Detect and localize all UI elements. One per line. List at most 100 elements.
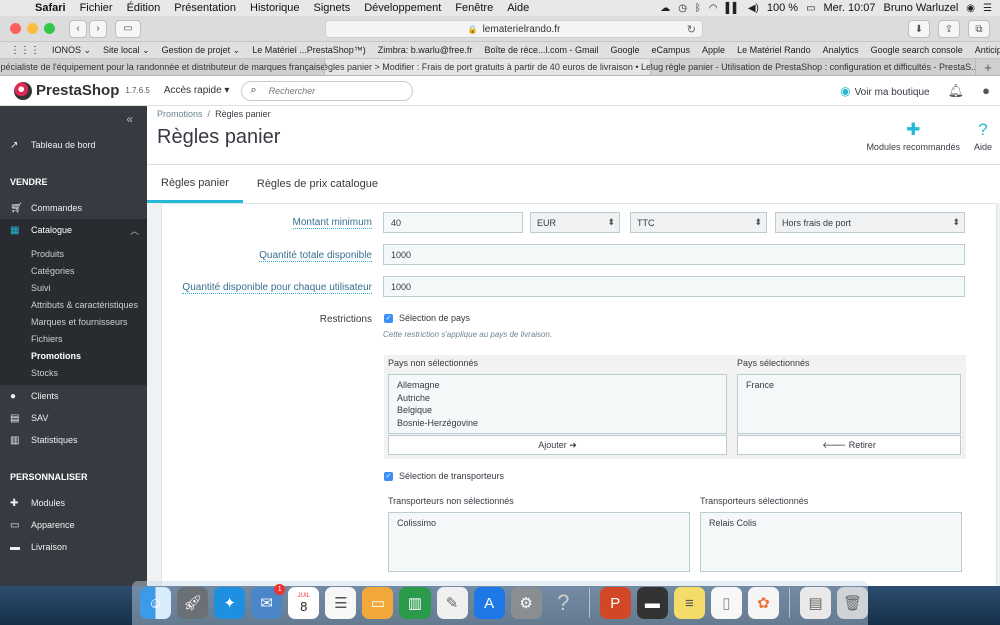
menu-fenetre[interactable]: Fenêtre [448, 2, 500, 14]
quick-access-dropdown[interactable]: Accès rapide ▾ [164, 85, 230, 96]
admin-search[interactable]: ⌕ [241, 80, 414, 101]
sidebar-item-catalog[interactable]: ▦ Catalogue ︿ [0, 219, 147, 241]
keynote-icon[interactable]: ▭ [362, 587, 394, 619]
notification-center-icon[interactable]: ☰ [983, 3, 992, 14]
remove-country-button[interactable]: 🡐 Retirer [737, 435, 961, 455]
reload-icon[interactable]: ↻ [687, 23, 696, 36]
bookmark-ecampus[interactable]: eCampus [646, 45, 697, 55]
photos-icon[interactable]: ✿ [747, 587, 780, 619]
browser-tab-active[interactable]: Règles panier > Modifier : Frais de port… [325, 59, 651, 75]
countries-unselected-list[interactable]: Allemagne Autriche Belgique Bosnie-Herzé… [388, 374, 727, 434]
tab-cart-rules[interactable]: Règles panier [147, 165, 243, 203]
bookmark-ionos[interactable]: IONOS ⌄ [46, 45, 97, 56]
downloads-button[interactable]: ⬇ [908, 20, 930, 38]
powerpoint-icon[interactable]: P [599, 587, 631, 619]
sidebar-item-stats[interactable]: ▥ Statistiques [0, 429, 147, 451]
siri-icon[interactable]: ◉ [966, 3, 975, 14]
share-button[interactable]: ⇪ [938, 20, 960, 38]
list-item[interactable]: Bosnie-Herzégovine [397, 417, 718, 430]
battery-percent[interactable]: 100 % [767, 2, 798, 14]
list-item[interactable]: Relais Colis [709, 517, 953, 530]
list-item[interactable]: Colissimo [397, 517, 681, 530]
collapse-sidebar-icon[interactable]: « [0, 106, 147, 128]
sidebar-sub-attributes[interactable]: Attributs & caractéristiques [0, 296, 147, 313]
bookmark-gmail[interactable]: Boîte de réce...l.com - Gmail [478, 45, 604, 55]
volume-icon[interactable]: ◀) [748, 3, 759, 14]
tab-catalog-price-rules[interactable]: Règles de prix catalogue [243, 165, 392, 203]
carriers-unselected-list[interactable]: Colissimo [388, 512, 690, 572]
sidebar-sub-files[interactable]: Fichiers [0, 330, 147, 347]
list-item[interactable]: France [746, 379, 952, 392]
bookmark-materiel-prestashop[interactable]: Le Matériel ...PrestaShop™) [246, 45, 372, 55]
menu-fichier[interactable]: Fichier [73, 2, 120, 14]
breadcrumb-promotions[interactable]: Promotions [157, 109, 203, 119]
url-bar[interactable]: 🔒 lematerielrando.fr ↻ [325, 20, 703, 38]
time-machine-icon[interactable]: ◷ [678, 3, 687, 14]
menu-aide[interactable]: Aide [500, 2, 536, 14]
browser-tab[interactable]: Bug règle panier - Utilisation de Presta… [651, 59, 976, 75]
sidebar-sub-stocks[interactable]: Stocks [0, 364, 147, 381]
tax-select[interactable]: TTC [630, 212, 767, 233]
forward-button[interactable]: › [89, 19, 107, 38]
browser-tab[interactable]: Spécialiste de l'équipement pour la rand… [0, 59, 326, 75]
sidebar-item-sav[interactable]: ▤ SAV [0, 407, 147, 429]
sidebar-item-modules[interactable]: ✚ Modules [0, 492, 147, 514]
menu-historique[interactable]: Historique [243, 2, 307, 14]
bookmark-apple[interactable]: Apple [696, 45, 731, 55]
user-account-icon[interactable]: ● [982, 83, 990, 98]
calendar-icon[interactable]: JUIL 8 [288, 587, 320, 619]
help-viewer-icon[interactable]: ? [548, 587, 579, 619]
launchpad-icon[interactable]: 🚀︎ [177, 587, 209, 619]
carrier-selection-checkbox[interactable]: ✓ Sélection de transporteurs [384, 471, 504, 481]
countries-selected-list[interactable]: France [737, 374, 961, 434]
sidebar-sub-brands[interactable]: Marques et fournisseurs [0, 313, 147, 330]
reminders-icon[interactable]: ☰ [325, 587, 357, 619]
sidebar-item-shipping[interactable]: ▬ Livraison [0, 536, 147, 558]
user-name[interactable]: Bruno Warluzel [884, 2, 959, 14]
carriers-selected-list[interactable]: Relais Colis [700, 512, 962, 572]
sidebar-sub-promotions[interactable]: Promotions [0, 347, 147, 364]
view-shop-link[interactable]: ◉ Voir ma boutique [840, 84, 930, 98]
bookmark-search-console[interactable]: Google search console [865, 45, 969, 55]
sidebar-sub-monitoring[interactable]: Suivi [0, 279, 147, 296]
document-icon[interactable]: ▯ [710, 587, 742, 619]
bookmark-anticiper[interactable]: Anticiper le ...te Prestashop [969, 45, 1000, 55]
min-amount-input[interactable]: 40 [383, 212, 523, 233]
shipping-select[interactable]: Hors frais de port [775, 212, 965, 233]
country-selection-checkbox[interactable]: ✓ Sélection de pays [384, 313, 470, 323]
minimize-window-button[interactable] [27, 23, 38, 34]
menu-presentation[interactable]: Présentation [167, 2, 243, 14]
bookmark-gestion-projet[interactable]: Gestion de projet ⌄ [156, 45, 247, 56]
flag-icon[interactable]: ▌▌ [726, 3, 740, 14]
new-tab-button[interactable]: + [976, 59, 1000, 75]
bookmark-analytics[interactable]: Analytics [817, 45, 865, 55]
trash-icon[interactable]: 🗑︎ [837, 587, 869, 619]
sidebar-sub-categories[interactable]: Catégories [0, 262, 147, 279]
battery-icon[interactable]: ▭ [806, 3, 815, 14]
search-input[interactable] [268, 85, 399, 96]
back-button[interactable]: ‹ [69, 19, 87, 38]
zoom-window-button[interactable] [44, 23, 55, 34]
sidebar-item-dashboard[interactable]: ↗ Tableau de bord [0, 128, 147, 162]
system-preferences-icon[interactable]: ⚙ [510, 587, 542, 619]
safari-icon[interactable]: ✦ [214, 587, 246, 619]
sidebar-item-customers[interactable]: ● Clients [0, 385, 147, 407]
app-store-icon[interactable]: A [473, 587, 505, 619]
list-item[interactable]: Allemagne [397, 379, 718, 392]
downloads-stack-icon[interactable]: ▤ [800, 587, 832, 619]
help-button[interactable]: ? Aide [974, 120, 992, 152]
menu-edition[interactable]: Édition [120, 2, 168, 14]
textedit-icon[interactable]: ✎ [436, 587, 468, 619]
close-window-button[interactable] [10, 23, 21, 34]
menu-developpement[interactable]: Développement [357, 2, 448, 14]
list-item[interactable]: Autriche [397, 392, 718, 405]
numbers-icon[interactable]: ▥ [399, 587, 431, 619]
sidebar-item-appearance[interactable]: ▭ Apparence [0, 514, 147, 536]
add-country-button[interactable]: Ajouter ➔ [388, 435, 727, 455]
wifi-icon[interactable]: ◠ [709, 3, 718, 14]
menu-signets[interactable]: Signets [307, 2, 358, 14]
notes-icon[interactable]: ≡ [673, 587, 705, 619]
sidebar-sub-products[interactable]: Produits [0, 245, 147, 262]
mail-icon[interactable]: ✉ 1 [251, 584, 286, 619]
cloud-icon[interactable]: ☁ [660, 3, 670, 14]
